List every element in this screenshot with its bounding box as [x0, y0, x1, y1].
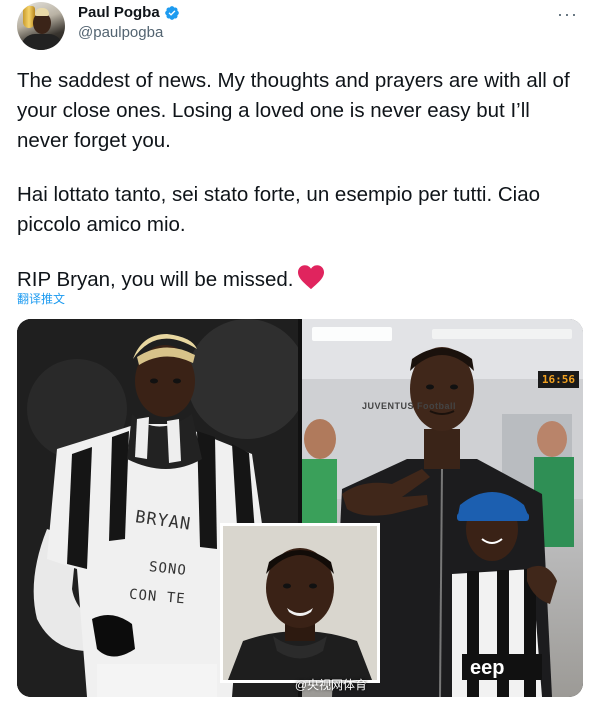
- avatar-hair: [35, 8, 49, 16]
- source-watermark: @央视网体育: [295, 676, 367, 693]
- tweet-header: Paul Pogba @paulpogba ···: [0, 0, 592, 60]
- portrait-illustration: [223, 526, 377, 680]
- watermark-text: @央视网体育: [294, 678, 367, 692]
- display-name[interactable]: Paul Pogba: [78, 4, 160, 21]
- photo-bryan-portrait[interactable]: [220, 523, 380, 683]
- wall-sign: JUVENTUS Football: [362, 401, 457, 411]
- tweet-paragraph-english: The saddest of news. My thoughts and pra…: [17, 69, 570, 152]
- more-horizontal-icon[interactable]: ···: [557, 4, 578, 25]
- tweet-paragraph-rip: RIP Bryan, you will be missed.: [17, 264, 577, 295]
- tweet-media[interactable]: BRYAN SONO CON TE eep JUVENTUS Football …: [17, 319, 583, 697]
- verified-badge-icon: [164, 5, 179, 20]
- user-handle[interactable]: @paulpogba: [78, 24, 163, 41]
- tweet-paragraph-italian: Hai lottato tanto, sei stato forte, un e…: [17, 183, 541, 236]
- tweet-body: The saddest of news. My thoughts and pra…: [17, 66, 577, 295]
- svg-text:eep: eep: [470, 657, 504, 679]
- tweet-rip-text: RIP Bryan, you will be missed.: [17, 268, 294, 291]
- name-row: Paul Pogba: [78, 4, 180, 21]
- red-heart-icon: [298, 265, 325, 290]
- avatar[interactable]: [17, 2, 65, 50]
- avatar-shoulders: [21, 34, 63, 50]
- wall-clock: 16:56: [537, 371, 579, 388]
- translate-tweet-link[interactable]: 翻译推文: [17, 290, 65, 307]
